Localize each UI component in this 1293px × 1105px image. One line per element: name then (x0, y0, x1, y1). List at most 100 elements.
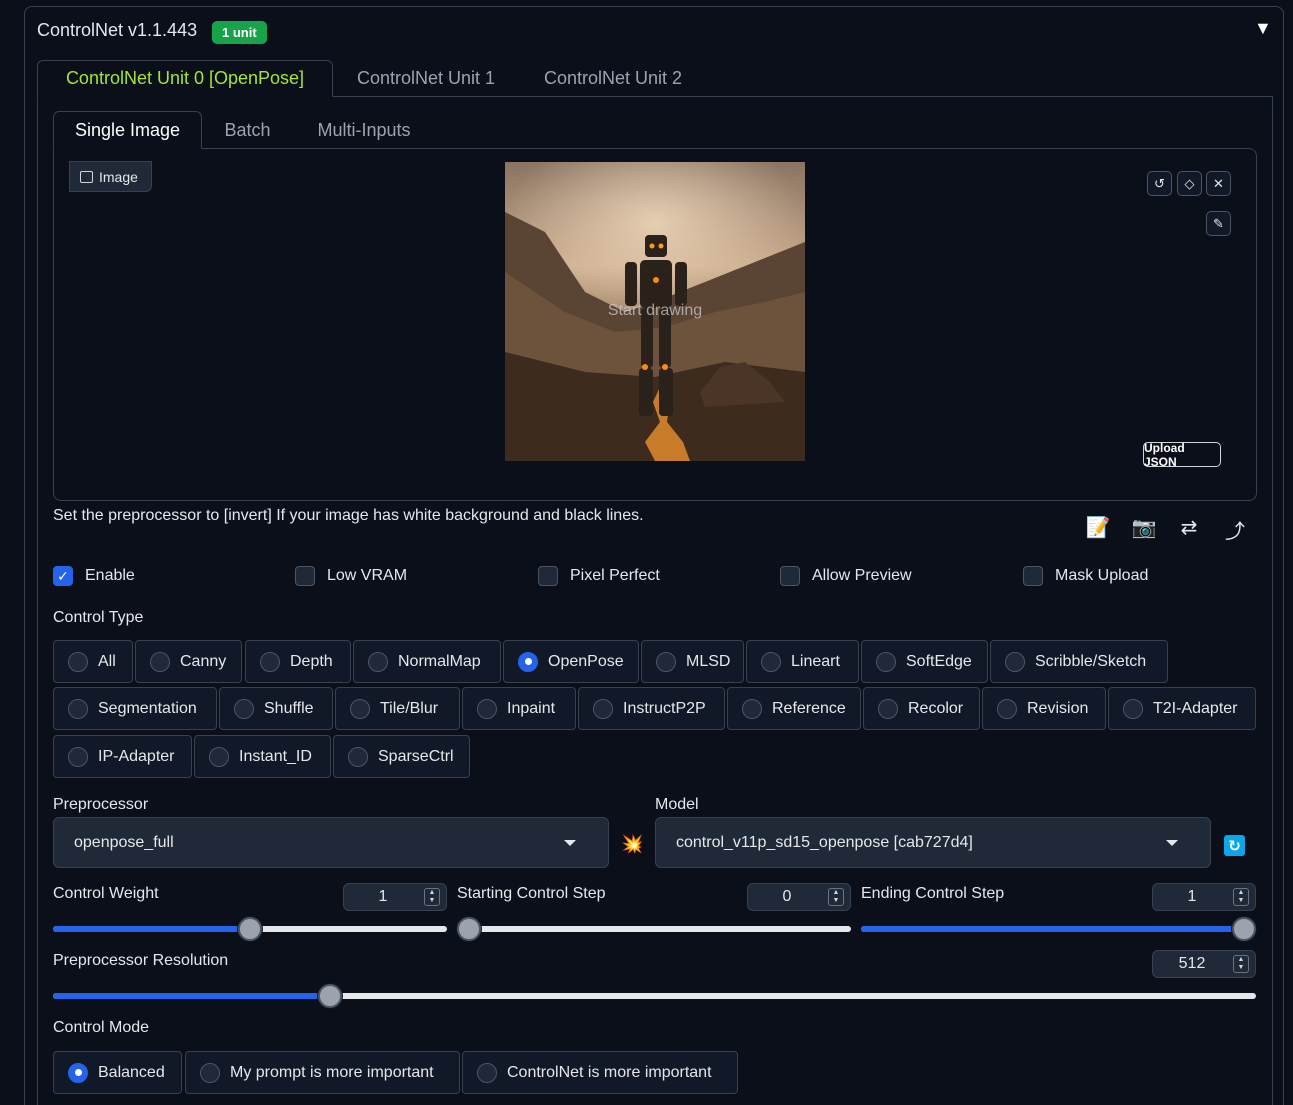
radio-dot[interactable] (742, 698, 762, 719)
radio-depth[interactable]: Depth (245, 640, 351, 683)
checkbox-box[interactable] (295, 566, 315, 586)
slider-thumb[interactable] (457, 917, 481, 941)
chevron-down-icon (564, 840, 576, 846)
tab-unit-2[interactable]: ControlNet Unit 2 (527, 60, 699, 97)
radio-dot[interactable] (1005, 651, 1025, 672)
spinner-icon[interactable]: ▲ ▼ (424, 888, 440, 906)
radio-sparsectrl[interactable]: SparseCtrl (333, 735, 470, 778)
radio-dot[interactable] (876, 651, 896, 672)
tab-unit-0[interactable]: ControlNet Unit 0 [OpenPose] (37, 60, 333, 97)
control-weight-slider[interactable] (53, 917, 447, 941)
radio-recolor[interactable]: Recolor (863, 687, 980, 730)
radio-dot[interactable] (477, 698, 497, 719)
tab-unit-1[interactable]: ControlNet Unit 1 (340, 60, 512, 97)
swap-icon[interactable]: ⇄ (1176, 515, 1202, 540)
radio-lineart[interactable]: Lineart (746, 640, 859, 683)
radio-ip-adapter[interactable]: IP-Adapter (53, 735, 192, 778)
radio-tile-blur[interactable]: Tile/Blur (335, 687, 460, 730)
radio-dot[interactable] (200, 1062, 220, 1083)
radio-openpose[interactable]: OpenPose (503, 640, 639, 683)
radio-dot[interactable] (368, 651, 388, 672)
radio-dot-selected[interactable] (68, 1062, 88, 1083)
radio-mlsd[interactable]: MLSD (641, 640, 744, 683)
resolution-input[interactable]: 512 ▲ ▼ (1152, 950, 1256, 978)
radio-dot[interactable] (1123, 698, 1143, 719)
radio-all[interactable]: All (53, 640, 133, 683)
spinner-icon[interactable]: ▲ ▼ (828, 888, 844, 906)
starting-step-slider[interactable] (457, 917, 851, 941)
radio-canny[interactable]: Canny (135, 640, 242, 683)
radio-t2i-adapter[interactable]: T2I-Adapter (1108, 687, 1256, 730)
radio-scribble-sketch[interactable]: Scribble/Sketch (990, 640, 1168, 683)
radio-dot[interactable] (209, 746, 229, 767)
slider-thumb[interactable] (317, 984, 342, 1008)
checkbox-box[interactable] (780, 566, 800, 586)
low-vram-checkbox[interactable]: Low VRAM (295, 566, 407, 586)
run-preprocessor-icon[interactable]: 💥 (621, 834, 643, 855)
radio-dot-selected[interactable] (518, 651, 538, 672)
ending-step-input[interactable]: 1 ▲ ▼ (1152, 883, 1256, 911)
radio-revision[interactable]: Revision (982, 687, 1106, 730)
radio-dot[interactable] (260, 651, 280, 672)
radio-dot[interactable] (593, 698, 613, 719)
radio-instructp2p[interactable]: InstructP2P (578, 687, 725, 730)
enable-checkbox[interactable]: ✓ Enable (53, 566, 135, 586)
spinner-icon[interactable]: ▲ ▼ (1233, 888, 1249, 906)
image-icon (80, 170, 93, 183)
radio-controlnet-more-important[interactable]: ControlNet is more important (462, 1051, 738, 1094)
check-icon[interactable]: ✓ (53, 566, 73, 586)
tab-multi-inputs[interactable]: Multi-Inputs (300, 111, 428, 149)
radio-dot[interactable] (68, 698, 88, 719)
slider-thumb[interactable] (1232, 917, 1256, 941)
panel-title[interactable]: ControlNet v1.1.443 (37, 20, 197, 41)
slider-thumb[interactable] (238, 917, 262, 941)
radio-dot[interactable] (150, 651, 170, 672)
radio-dot[interactable] (656, 651, 676, 672)
tab-batch[interactable]: Batch (210, 111, 285, 149)
checkbox-box[interactable] (1023, 566, 1043, 586)
radio-label: T2I-Adapter (1153, 699, 1238, 717)
radio-dot[interactable] (997, 698, 1017, 719)
tab-single-image[interactable]: Single Image (53, 111, 202, 149)
refresh-models-icon[interactable]: ↻ (1224, 835, 1245, 856)
control-weight-label: Control Weight (53, 885, 159, 902)
allow-preview-checkbox[interactable]: Allow Preview (780, 566, 912, 586)
starting-step-input[interactable]: 0 ▲ ▼ (747, 883, 851, 911)
ending-step-slider[interactable] (861, 917, 1256, 941)
radio-dot[interactable] (68, 746, 88, 767)
radio-dot[interactable] (878, 698, 898, 719)
radio-dot[interactable] (68, 651, 88, 672)
eraser-icon[interactable]: ◇ (1177, 171, 1202, 196)
radio-dot[interactable] (350, 698, 370, 719)
resolution-slider[interactable] (53, 984, 1256, 1008)
control-weight-input[interactable]: 1 ▲ ▼ (343, 883, 447, 911)
radio-segmentation[interactable]: Segmentation (53, 687, 217, 730)
radio-dot[interactable] (234, 698, 254, 719)
undo-icon[interactable]: ↺ (1147, 171, 1172, 196)
radio-label: All (98, 652, 116, 670)
send-icon[interactable]: ⤴ (1222, 515, 1248, 544)
radio-prompt-more-important[interactable]: My prompt is more important (185, 1051, 460, 1094)
radio-balanced[interactable]: Balanced (53, 1051, 182, 1094)
radio-instant-id[interactable]: Instant_ID (194, 735, 331, 778)
radio-normalmap[interactable]: NormalMap (353, 640, 501, 683)
preprocessor-dropdown[interactable]: openpose_full (53, 817, 609, 868)
collapse-icon[interactable]: ▼ (1254, 18, 1272, 39)
close-icon[interactable]: ✕ (1206, 171, 1231, 196)
brush-icon[interactable]: ✎ (1206, 211, 1231, 236)
radio-inpaint[interactable]: Inpaint (462, 687, 576, 730)
radio-shuffle[interactable]: Shuffle (219, 687, 333, 730)
radio-dot[interactable] (477, 1062, 497, 1083)
spinner-icon[interactable]: ▲ ▼ (1233, 955, 1249, 973)
radio-reference[interactable]: Reference (727, 687, 861, 730)
mask-upload-checkbox[interactable]: Mask Upload (1023, 566, 1148, 586)
model-dropdown[interactable]: control_v11p_sd15_openpose [cab727d4] (655, 817, 1211, 868)
checkbox-box[interactable] (538, 566, 558, 586)
radio-dot[interactable] (761, 651, 781, 672)
radio-dot[interactable] (348, 746, 368, 767)
radio-softedge[interactable]: SoftEdge (861, 640, 988, 683)
camera-icon[interactable]: 📷 (1131, 515, 1157, 540)
notepad-icon[interactable]: 📝 (1085, 515, 1111, 540)
pixel-perfect-checkbox[interactable]: Pixel Perfect (538, 566, 660, 586)
upload-json-button[interactable]: Upload JSON (1143, 441, 1221, 469)
